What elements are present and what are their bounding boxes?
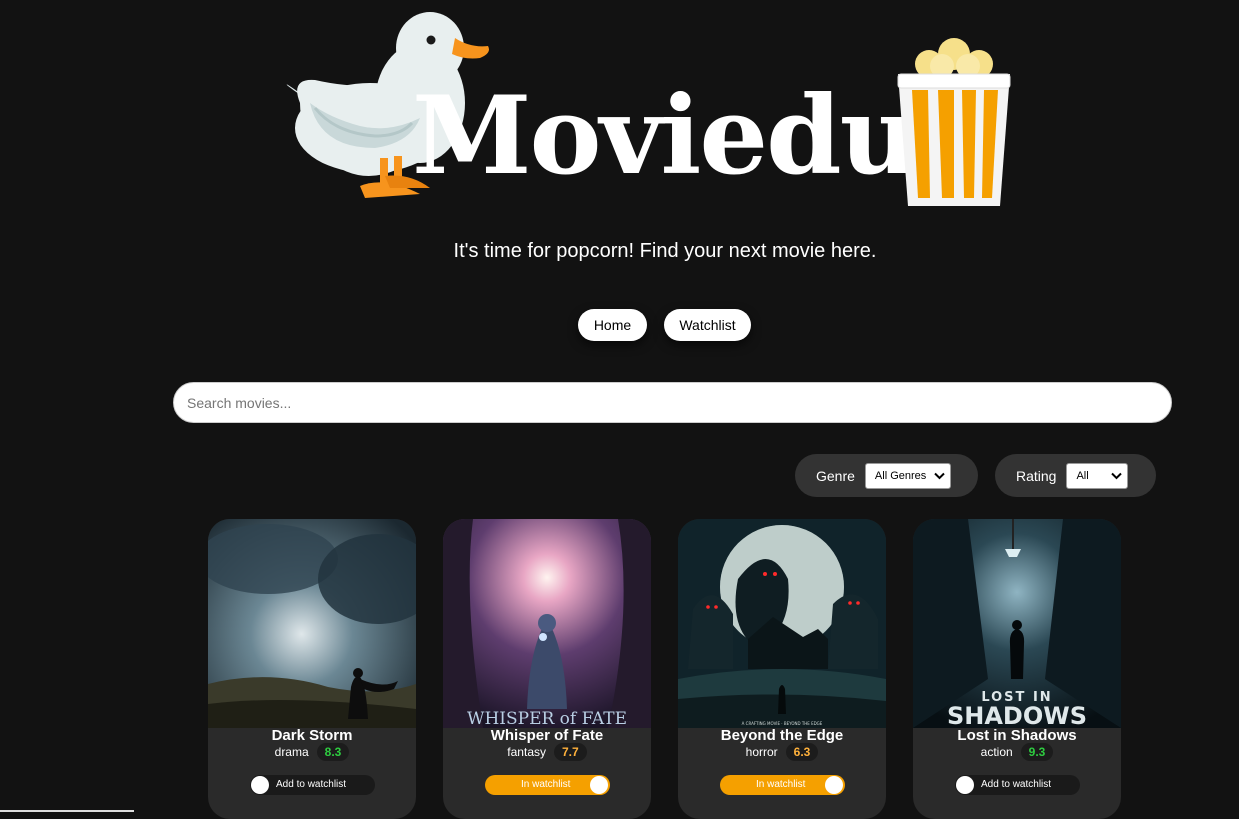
movie-meta: horror 6.3 [678,743,886,761]
movie-card[interactable]: A CRAFTING MOVIE · BEYOND THE EDGE Beyon… [678,519,886,819]
movie-title: Beyond the Edge [720,727,844,744]
movie-genre: horror [745,745,778,759]
movie-genre: drama [274,745,309,759]
watchlist-button[interactable]: Watchlist [664,309,751,341]
movie-genre: fantasy [507,745,546,759]
watchlist-toggle-label: In watchlist [756,779,806,790]
movie-title: Dark Storm [271,727,353,744]
poster-title-text: A CRAFTING MOVIE · BEYOND THE EDGE [742,721,823,726]
poster-title-text: WHISPER of FATE [467,709,627,728]
watchlist-toggle[interactable]: In watchlist [720,775,845,795]
watchlist-toggle[interactable]: Add to watchlist [955,775,1080,795]
watchlist-toggle-label: Add to watchlist [276,779,347,790]
movie-meta: action 9.3 [913,743,1121,761]
genre-select-value: All Genres [874,469,927,482]
movie-poster: A CRAFTING MOVIE · BEYOND THE EDGE [678,519,886,728]
rating-badge: 7.7 [554,743,587,761]
rating-select-value: All [1076,469,1089,482]
rating-badge: 8.3 [316,743,350,761]
rating-filter: Rating All [995,454,1156,497]
genre-filter-label: Genre [816,467,855,484]
movie-poster: WHISPER of FATE [443,519,651,728]
movie-meta: fantasy 7.7 [443,743,651,761]
rating-badge: 9.3 [1020,743,1054,761]
movie-poster: LOST IN SHADOWS [913,519,1121,728]
search-input[interactable] [173,382,1172,423]
movie-card[interactable]: Dark Storm drama 8.3 Add to watchlist [208,519,416,819]
movie-meta: drama 8.3 [208,743,416,761]
chevron-down-icon [934,472,945,479]
genre-filter: Genre All Genres [795,454,978,497]
watchlist-toggle-label: In watchlist [521,779,571,790]
rating-filter-label: Rating [1016,467,1057,484]
chevron-down-icon [1111,472,1123,479]
watchlist-toggle[interactable]: In watchlist [485,775,610,795]
movie-poster [208,519,416,728]
toggle-knob [590,776,608,794]
toggle-knob [825,776,843,794]
toggle-knob [251,776,269,794]
genre-select[interactable]: All Genres [864,462,951,489]
watchlist-toggle-label: Add to watchlist [981,779,1052,790]
movie-title: Lost in Shadows [957,727,1077,744]
popcorn-icon [897,38,1011,206]
movie-card[interactable]: LOST IN SHADOWS Lost in Shadows action 9… [913,519,1121,819]
home-button[interactable]: Home [578,309,647,341]
rating-select[interactable]: All [1066,462,1129,489]
svg-text:SHADOWS: SHADOWS [947,702,1087,728]
watchlist-toggle[interactable]: Add to watchlist [250,775,375,795]
site-logo: Moviedux [280,8,1020,208]
toggle-knob [956,776,974,794]
movie-title: Whisper of Fate [490,727,604,744]
movie-genre: action [980,745,1013,759]
rating-badge: 6.3 [785,743,819,761]
movie-card[interactable]: WHISPER of FATE Whisper of Fate fantasy … [443,519,651,819]
tagline: It's time for popcorn! Find your next mo… [453,240,877,262]
